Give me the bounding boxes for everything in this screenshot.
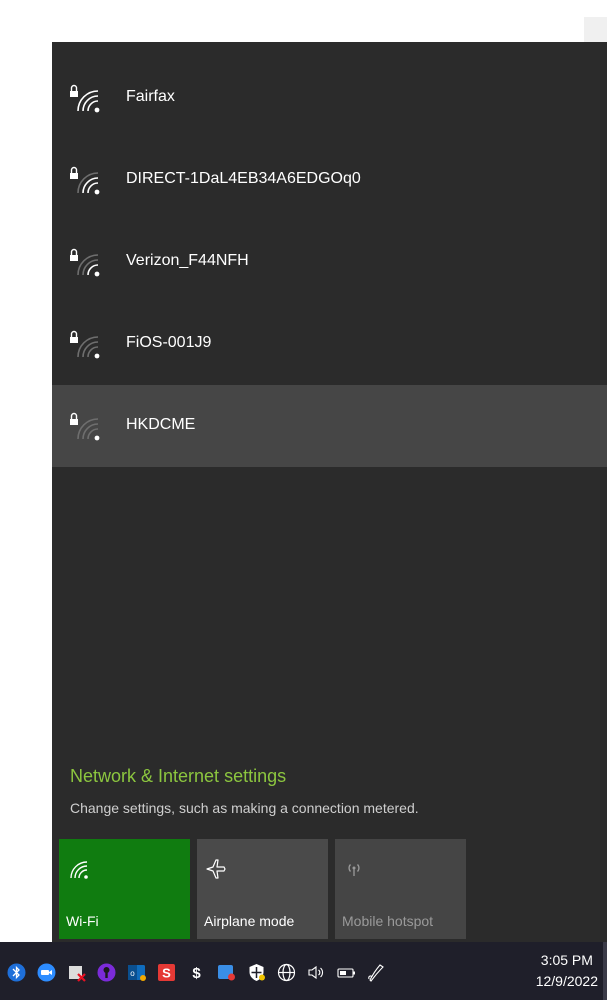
zoom-icon[interactable] [36, 962, 57, 983]
taskbar-clock[interactable]: 3:05 PM 12/9/2022 [536, 950, 598, 992]
network-item-fios[interactable]: FiOS-001J9 [52, 303, 607, 385]
airplane-mode-label: Airplane mode [204, 913, 295, 929]
svg-text:o: o [130, 969, 135, 978]
network-list: Fairfax DIRECT-1DaL4EB34A6EDGOq0 Verizon… [52, 57, 607, 467]
clock-time: 3:05 PM [540, 952, 593, 968]
network-name: DIRECT-1DaL4EB34A6EDGOq0 [126, 170, 361, 187]
network-name: Fairfax [126, 88, 175, 105]
quick-actions: Wi-Fi Airplane mode Mobile hotspot [59, 839, 466, 939]
wifi-toggle-button[interactable]: Wi-Fi [59, 839, 190, 939]
clock-date: 12/9/2022 [535, 973, 598, 989]
speaker-icon[interactable] [306, 962, 327, 983]
secured-wifi-icon [68, 83, 104, 113]
defender-icon[interactable] [246, 962, 267, 983]
dollar-icon[interactable]: $ [186, 962, 207, 983]
system-tray: o S $ [6, 959, 387, 985]
network-name: Verizon_F44NFH [126, 252, 249, 269]
svg-text:$: $ [192, 965, 201, 982]
battery-icon[interactable] [336, 962, 357, 983]
mobile-hotspot-button[interactable]: Mobile hotspot [335, 839, 466, 939]
network-item-hkdcme[interactable]: HKDCME [52, 385, 607, 467]
secured-wifi-icon [68, 411, 104, 441]
secured-wifi-icon [68, 165, 104, 195]
network-name: FiOS-001J9 [126, 334, 212, 351]
secured-wifi-icon [68, 247, 104, 277]
globe-icon[interactable] [276, 962, 297, 983]
pen-icon[interactable] [366, 962, 387, 983]
app-icon[interactable] [216, 962, 237, 983]
airplane-mode-button[interactable]: Airplane mode [197, 839, 328, 939]
s-app-icon[interactable]: S [156, 962, 177, 983]
screen: Fairfax DIRECT-1DaL4EB34A6EDGOq0 Verizon… [0, 0, 607, 1000]
outlook-icon[interactable]: o [126, 962, 147, 983]
network-item-verizon[interactable]: Verizon_F44NFH [52, 221, 607, 303]
vpn-icon[interactable] [96, 962, 117, 983]
settings-description: Change settings, such as making a connec… [70, 800, 419, 816]
hotspot-icon [342, 857, 366, 881]
network-item-direct[interactable]: DIRECT-1DaL4EB34A6EDGOq0 [52, 139, 607, 221]
network-name: HKDCME [126, 416, 196, 433]
network-flyout: Fairfax DIRECT-1DaL4EB34A6EDGOq0 Verizon… [52, 42, 607, 942]
taskbar: o S $ 3:05 PM 12/9/2022 [0, 942, 607, 1000]
mobile-hotspot-label: Mobile hotspot [342, 913, 434, 929]
security-shield-icon[interactable] [66, 962, 87, 983]
background-scrollbar-area [584, 17, 607, 42]
wifi-icon [66, 857, 90, 881]
show-desktop-button[interactable] [603, 942, 607, 1000]
airplane-icon [204, 857, 228, 881]
wifi-label: Wi-Fi [66, 913, 99, 929]
network-item-fairfax[interactable]: Fairfax [52, 57, 607, 139]
secured-wifi-icon [68, 329, 104, 359]
bluetooth-icon[interactable] [6, 962, 27, 983]
network-internet-settings-link[interactable]: Network & Internet settings [70, 765, 286, 787]
svg-text:S: S [162, 965, 171, 980]
